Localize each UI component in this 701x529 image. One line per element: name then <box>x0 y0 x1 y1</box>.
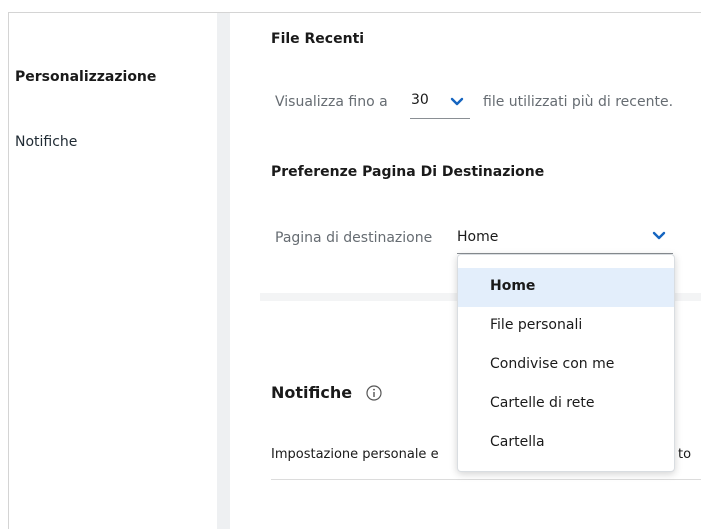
landing-page-heading: Preferenze Pagina Di Destinazione <box>271 164 545 180</box>
notification-row-divider <box>271 479 701 480</box>
recent-files-heading: File Recenti <box>271 31 365 47</box>
dropdown-option-condivise-con-me[interactable]: Condivise con me <box>458 346 674 385</box>
notification-setting-text-tail: to <box>678 447 692 462</box>
dropdown-option-cartella[interactable]: Cartella <box>458 424 674 463</box>
landing-page-label: Pagina di destinazione <box>275 230 433 246</box>
sidebar-item-personalizzazione[interactable]: Personalizzazione <box>15 69 156 85</box>
sidebar: Personalizzazione Notifiche <box>9 13 217 529</box>
info-icon[interactable] <box>366 385 382 401</box>
dropdown-option-file-personali[interactable]: File personali <box>458 307 674 346</box>
recent-files-suffix: file utilizzati più di recente. <box>483 94 674 110</box>
recent-count-value: 30 <box>411 92 429 108</box>
option-label: Cartella <box>490 434 545 450</box>
notification-setting-text: Impostazione personale e <box>271 447 439 462</box>
landing-page-value: Home <box>457 229 499 245</box>
option-label: Cartelle di rete <box>490 395 595 411</box>
dropdown-option-cartelle-di-rete[interactable]: Cartelle di rete <box>458 385 674 424</box>
option-label: Condivise con me <box>490 356 615 372</box>
dropdown-option-home[interactable]: Home <box>458 268 674 307</box>
option-label: Home <box>490 278 536 294</box>
landing-page-dropdown-menu: Home File personali Condivise con me Car… <box>457 254 675 472</box>
option-label: File personali <box>490 317 583 333</box>
sidebar-separator <box>217 13 230 529</box>
notifications-heading: Notifiche <box>271 383 353 402</box>
recent-count-underline <box>410 118 470 119</box>
chevron-down-icon <box>450 97 464 106</box>
sidebar-item-notifiche[interactable]: Notifiche <box>15 134 77 150</box>
recent-files-prefix: Visualizza fino a <box>275 94 388 110</box>
chevron-down-icon <box>652 231 666 240</box>
